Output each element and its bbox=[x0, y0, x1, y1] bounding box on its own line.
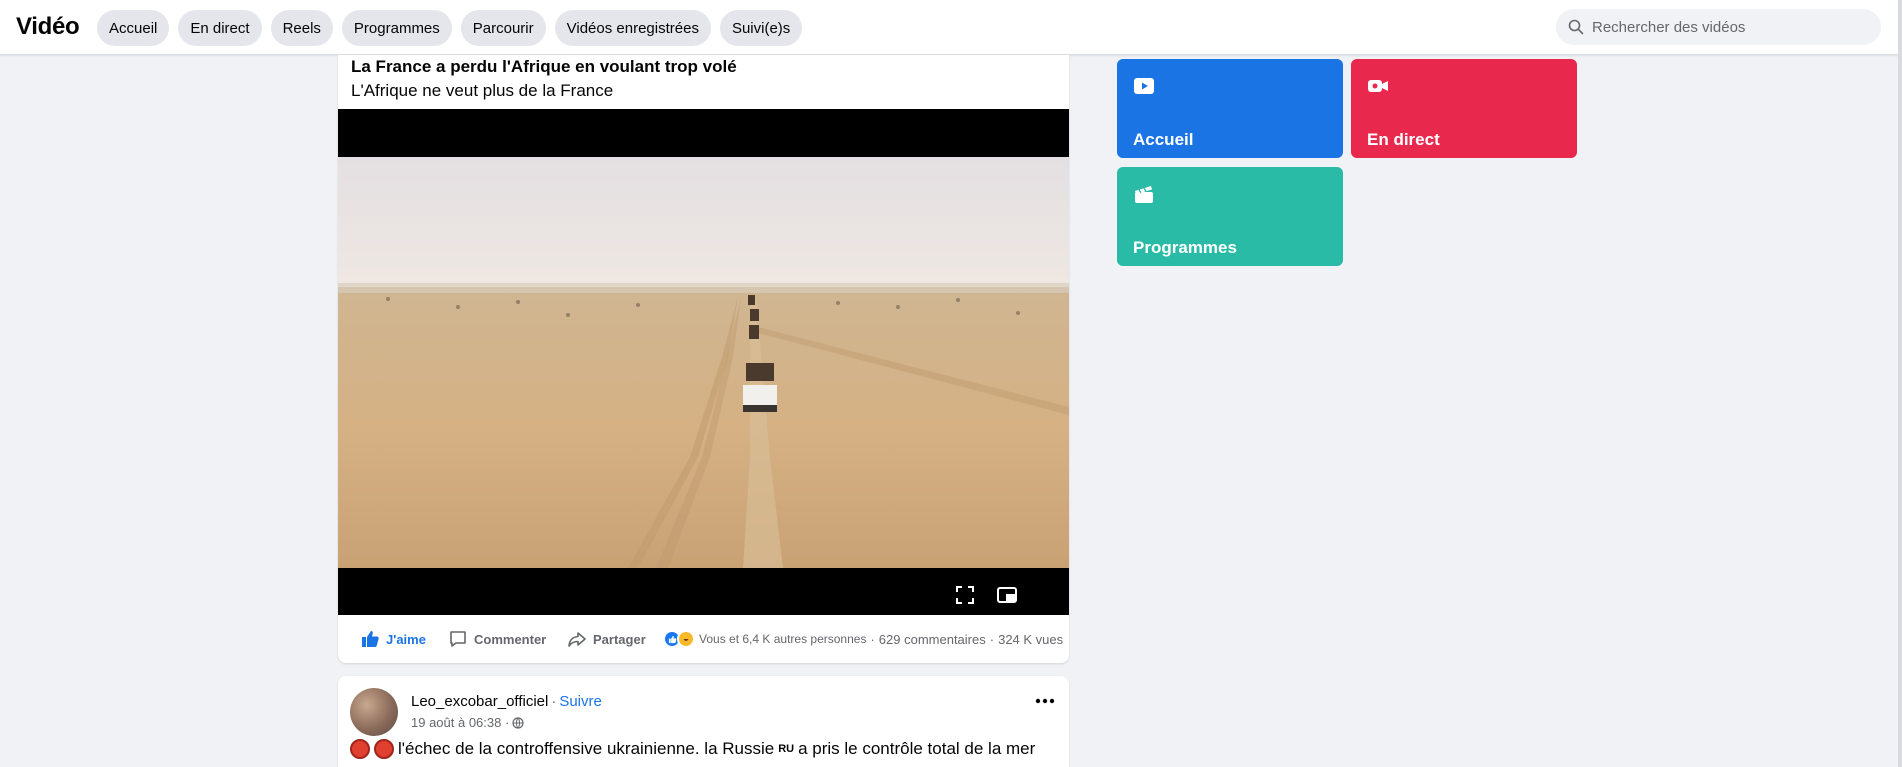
top-bar: Vidéo Accueil En direct Reels Programmes… bbox=[0, 0, 1902, 55]
video-thumbnail bbox=[338, 157, 1069, 568]
post-author-line: Leo_excobar_officiel · Suivre bbox=[411, 693, 602, 710]
nav-tab-suivis[interactable]: Suivi(e)s bbox=[719, 10, 803, 46]
views-count: 324 K vues bbox=[998, 631, 1064, 647]
video-player[interactable] bbox=[338, 109, 1069, 615]
tile-label: En direct bbox=[1367, 130, 1440, 149]
video-play-icon bbox=[1134, 78, 1154, 94]
tile-label: Programmes bbox=[1133, 238, 1237, 257]
comment-button[interactable]: Commenter bbox=[448, 629, 546, 649]
russia-flag-icon: RU bbox=[778, 743, 795, 755]
author-name[interactable]: Leo_excobar_officiel bbox=[411, 693, 548, 710]
tile-programmes[interactable]: Programmes bbox=[1117, 167, 1343, 266]
nav-tab-accueil[interactable]: Accueil bbox=[97, 10, 170, 46]
video-nav: Accueil En direct Reels Programmes Parco… bbox=[97, 10, 803, 46]
share-label: Partager bbox=[593, 631, 646, 647]
post-text: l'échec de la controffensive ukrainienne… bbox=[350, 738, 1060, 760]
tile-en-direct[interactable]: En direct bbox=[1351, 59, 1577, 158]
post-actions: J'aime Commenter Partager Vous et 6,4 K … bbox=[338, 615, 1069, 663]
comments-count[interactable]: 629 commentaires bbox=[879, 632, 986, 647]
tile-accueil[interactable]: Accueil bbox=[1117, 59, 1343, 158]
search-box[interactable] bbox=[1556, 9, 1881, 45]
post-subtitle: L'Afrique ne veut plus de la France bbox=[351, 81, 614, 100]
video-frame[interactable] bbox=[338, 157, 1069, 568]
post-timestamp[interactable]: 19 août à 06:38 · bbox=[411, 715, 509, 730]
avatar[interactable] bbox=[350, 688, 398, 736]
stop-sign-emoji-icon bbox=[350, 739, 370, 759]
like-label: J'aime bbox=[386, 631, 426, 647]
search-icon bbox=[1568, 19, 1584, 35]
reactions-count: Vous et 6,4 K autres personnes bbox=[699, 632, 867, 646]
search-input[interactable] bbox=[1592, 18, 1872, 36]
separator: · bbox=[870, 631, 875, 647]
page-title: Vidéo bbox=[16, 13, 80, 40]
nav-tab-en-direct[interactable]: En direct bbox=[178, 10, 262, 46]
live-camera-icon bbox=[1368, 80, 1388, 92]
nav-tab-parcourir[interactable]: Parcourir bbox=[460, 10, 546, 46]
nav-tab-videos-enregistrees[interactable]: Vidéos enregistrées bbox=[554, 10, 711, 46]
feed-post: Leo_excobar_officiel · Suivre 19 août à 06… bbox=[338, 676, 1069, 767]
nav-tab-reels[interactable]: Reels bbox=[270, 10, 333, 46]
miniplayer-button[interactable] bbox=[994, 582, 1020, 608]
post-text-end: a pris le contrôle total de la mer bbox=[798, 739, 1036, 758]
share-icon bbox=[568, 632, 586, 647]
fullscreen-button[interactable] bbox=[952, 582, 978, 608]
clapperboard-icon bbox=[1135, 186, 1153, 203]
more-options-button[interactable] bbox=[1034, 691, 1056, 711]
tile-label: Accueil bbox=[1133, 130, 1194, 149]
scrollbar[interactable] bbox=[1898, 0, 1902, 767]
globe-icon bbox=[512, 716, 524, 729]
reactions-summary[interactable]: Vous et 6,4 K autres personnes · 629 com… bbox=[663, 630, 1063, 648]
post-text-start: l'échec de la controffensive ukrainienne… bbox=[398, 739, 775, 758]
thumbs-up-icon bbox=[362, 631, 379, 647]
fullscreen-icon bbox=[956, 586, 974, 604]
share-button[interactable]: Partager bbox=[567, 629, 646, 649]
separator: · bbox=[551, 693, 557, 710]
picture-in-picture-icon bbox=[997, 587, 1017, 603]
post-title: La France a perdu l'Afrique en voulant t… bbox=[351, 57, 737, 76]
separator: · bbox=[989, 631, 995, 647]
more-icon bbox=[1035, 698, 1055, 704]
post-meta: 19 août à 06:38 · bbox=[411, 715, 524, 730]
stop-sign-emoji-icon bbox=[374, 739, 394, 759]
comment-label: Commenter bbox=[474, 631, 547, 647]
like-button[interactable]: J'aime bbox=[360, 629, 426, 649]
nav-tab-programmes[interactable]: Programmes bbox=[341, 10, 452, 46]
comment-icon bbox=[450, 631, 466, 647]
haha-reaction-icon bbox=[677, 630, 695, 648]
video-post: La France a perdu l'Afrique en voulant t… bbox=[338, 55, 1069, 663]
follow-button[interactable]: Suivre bbox=[559, 693, 602, 710]
